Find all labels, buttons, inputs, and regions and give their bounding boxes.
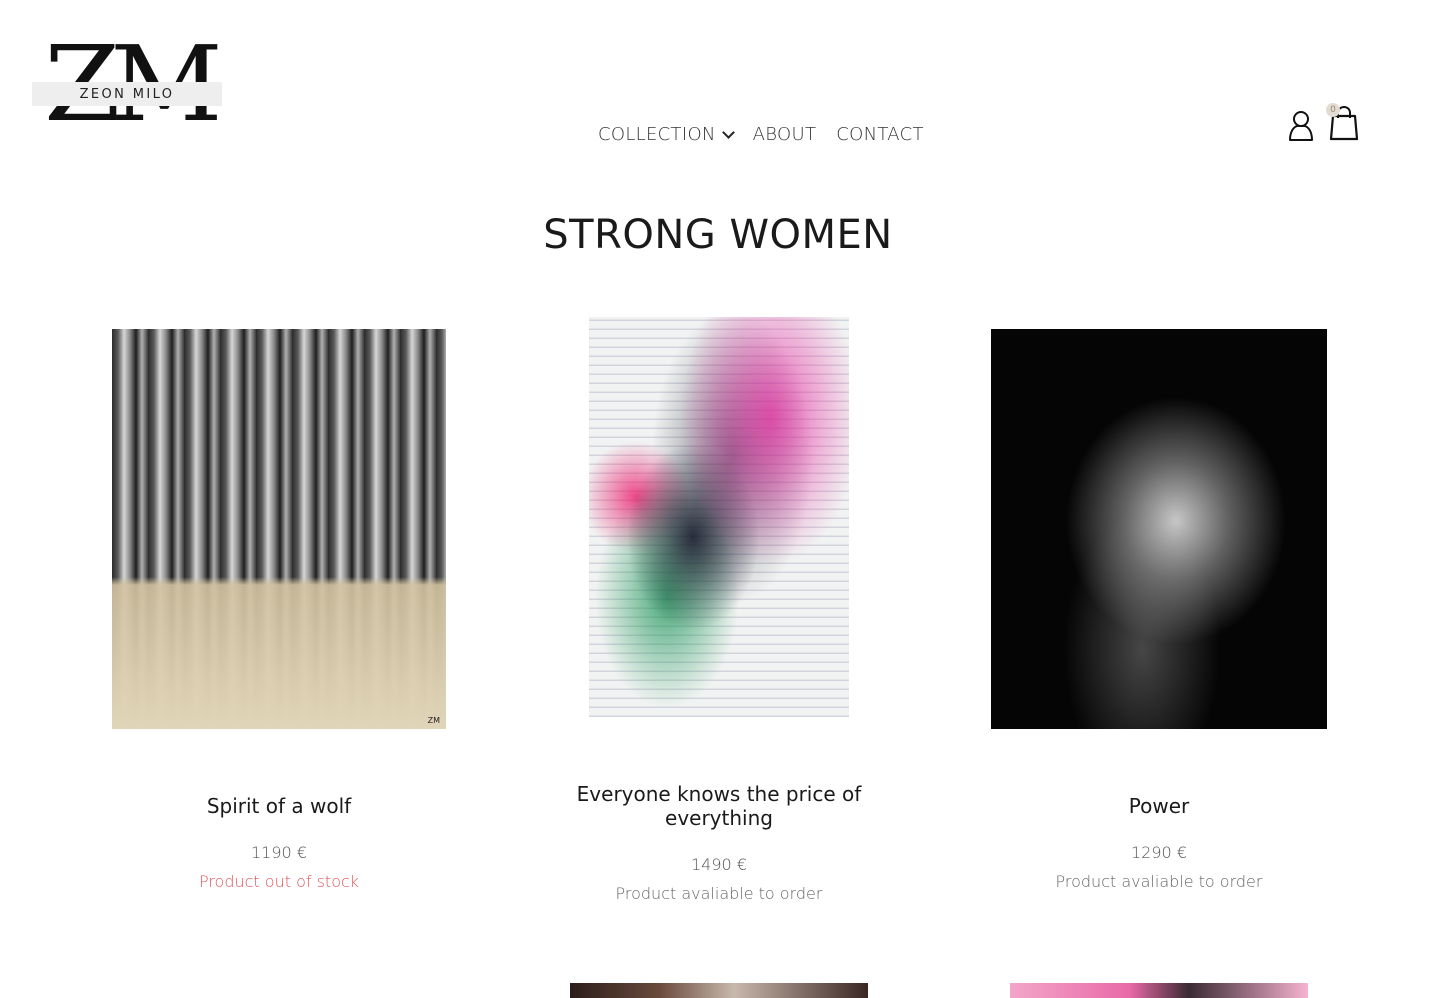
logo-wordmark: ZEON MILO bbox=[32, 82, 222, 106]
user-icon-graphic bbox=[1289, 111, 1313, 141]
product-image-spirit-of-a-wolf[interactable]: ZM bbox=[112, 329, 446, 729]
product-price: 1490 € bbox=[691, 855, 747, 874]
chevron-down-icon bbox=[721, 125, 735, 139]
product-stock-status: Product avaliable to order bbox=[615, 884, 823, 903]
product-price: 1190 € bbox=[251, 843, 307, 862]
page-title: STRONG WOMEN bbox=[543, 212, 893, 258]
main-nav: COLLECTION ABOUT CONTACT bbox=[598, 124, 924, 145]
product-name[interactable]: Everyone knows the price of everything bbox=[569, 782, 869, 830]
nav-item-collection-label: COLLECTION bbox=[598, 124, 716, 145]
product-image-power[interactable] bbox=[991, 329, 1327, 729]
nav-item-contact-label: CONTACT bbox=[836, 124, 924, 145]
user-icon[interactable] bbox=[1287, 110, 1315, 142]
nav-item-contact[interactable]: CONTACT bbox=[836, 124, 923, 145]
product-image-next-row[interactable] bbox=[570, 983, 868, 998]
product-image-next-row[interactable] bbox=[1010, 983, 1308, 998]
cart-count-badge: 0 bbox=[1326, 103, 1340, 117]
nav-item-collection[interactable]: COLLECTION bbox=[598, 124, 735, 145]
product-stock-status: Product avaliable to order bbox=[1055, 872, 1263, 891]
product-name[interactable]: Power bbox=[959, 794, 1359, 818]
nav-item-about[interactable]: ABOUT bbox=[753, 124, 817, 145]
page: ZM ZEON MILO COLLECTION ABOUT CONTACT 0 … bbox=[0, 0, 1436, 998]
product-stock-status: Product out of stock bbox=[198, 872, 360, 891]
site-logo[interactable]: ZM ZEON MILO bbox=[32, 32, 224, 136]
artwork-signature: ZM bbox=[427, 716, 440, 725]
product-name[interactable]: Spirit of a wolf bbox=[79, 794, 479, 818]
product-image-everyone-knows-the-price[interactable] bbox=[589, 317, 849, 717]
nav-item-about-label: ABOUT bbox=[752, 124, 817, 145]
product-price: 1290 € bbox=[1131, 843, 1187, 862]
